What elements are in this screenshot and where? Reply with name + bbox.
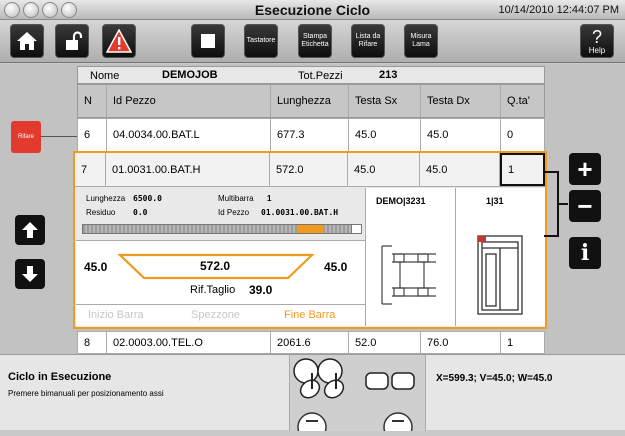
- row-n: 7: [75, 153, 106, 186]
- angle-right: 45.0: [324, 260, 348, 274]
- info-button[interactable]: i: [569, 237, 601, 269]
- row-qta: 0: [507, 129, 514, 141]
- scroll-up-button[interactable]: [15, 215, 45, 245]
- bimanual-hands-icon: [293, 358, 415, 436]
- rifare-label: Rifare: [17, 134, 34, 140]
- col-header-testa-dx: Testa Dx: [421, 85, 501, 117]
- col-header-n: N: [78, 85, 107, 117]
- row-n: 6: [78, 119, 107, 151]
- row-testa-sx: 45.0: [349, 119, 421, 151]
- residuo-label: Residuo: [86, 208, 116, 217]
- help-label: Help: [588, 45, 606, 55]
- help-icon: ?: [591, 26, 602, 47]
- row-qta: 1: [507, 336, 514, 349]
- row-qta-selected[interactable]: 1: [500, 153, 545, 186]
- help-button[interactable]: ? Help: [580, 24, 614, 58]
- toolbar: Tastatore Stampa Etichetta Lista da Rifa…: [0, 20, 625, 63]
- warning-icon: [106, 29, 132, 53]
- increase-quantity-button[interactable]: +: [569, 153, 601, 185]
- window-panel: 1|31: [456, 188, 545, 326]
- col-header-id-pezzo: Id Pezzo: [107, 85, 271, 117]
- row-testa-dx: 45.0: [420, 153, 500, 186]
- table-header: N Id Pezzo Lunghezza Testa Sx Testa Dx Q…: [77, 84, 545, 118]
- inizio-barra-label: Inizio Barra: [88, 309, 144, 321]
- axis-coordinates: X=599.3; V=45.0; W=45.0: [436, 373, 553, 384]
- idpezzo-value: 01.0031.00.BAT.H: [261, 208, 339, 217]
- status-title: Ciclo in Esecuzione: [8, 371, 112, 383]
- fine-barra-label: Fine Barra: [284, 309, 336, 321]
- home-icon: [17, 32, 37, 50]
- bimanual-panel: [290, 355, 426, 436]
- totpezzi-label: Tot.Pezzi: [298, 70, 343, 82]
- scroll-down-button[interactable]: [15, 259, 45, 289]
- misura-lama-button[interactable]: Misura Lama: [404, 24, 438, 58]
- axis-position-panel: X=599.3; V=45.0; W=45.0: [426, 355, 625, 431]
- datetime-display: 10/14/2010 12:44:07 PM: [498, 4, 619, 16]
- riftaglio-label: Rif.Taglio: [190, 284, 236, 296]
- arrow-up-icon: [22, 222, 38, 238]
- warning-button[interactable]: [102, 24, 136, 58]
- totpezzi-value: 213: [379, 69, 398, 81]
- unlock-button[interactable]: [55, 24, 89, 58]
- status-message: Premere bimanuali per posizionamento ass…: [8, 389, 164, 398]
- cut-diagram: 45.0 572.0 45.0 Rif.Taglio 39.0: [76, 240, 366, 304]
- stampa-etichetta-button[interactable]: Stampa Etichetta: [298, 24, 332, 58]
- status-message-panel: Ciclo in Esecuzione Premere bimanuali pe…: [0, 355, 290, 431]
- table-row-selected[interactable]: 7 01.0031.00.BAT.H 572.0 45.0 45.0 1: [75, 153, 545, 187]
- minus-icon: −: [577, 190, 593, 221]
- tastatore-button[interactable]: Tastatore: [244, 24, 278, 58]
- status-bar: Ciclo in Esecuzione Premere bimanuali pe…: [0, 354, 625, 436]
- lista-rifare-button[interactable]: Lista da Rifare: [351, 24, 385, 58]
- col-header-qta: Q.ta': [507, 95, 530, 107]
- bar-info: Lunghezza 6500.0 Multibarra 1 Residuo 0.…: [76, 188, 366, 240]
- cut-length: 572.0: [200, 259, 231, 273]
- arrow-down-icon: [22, 266, 38, 282]
- profile-section-icon: [381, 245, 436, 305]
- job-header: Nome DEMOJOB Tot.Pezzi 213: [77, 66, 545, 84]
- row-id-pezzo: 02.0003.00.TEL.O: [107, 332, 271, 353]
- table-row[interactable]: 8 02.0003.00.TEL.O 2061.6 52.0 76.0 1: [77, 331, 545, 354]
- window-drawing-icon: [477, 235, 523, 315]
- riftaglio-value: 39.0: [249, 283, 273, 297]
- rifare-connector: [41, 136, 77, 137]
- bar-progress: [82, 224, 362, 234]
- bar-progress-fill: [297, 225, 325, 233]
- lunghezza-value: 6500.0: [133, 194, 162, 203]
- residuo-value: 0.0: [133, 208, 148, 217]
- spezzone-label: Spezzone: [191, 309, 240, 321]
- row-n: 8: [78, 332, 107, 353]
- multibarra-value: 1: [267, 194, 272, 203]
- multibarra-label: Multibarra: [218, 194, 254, 203]
- row-lunghezza: 572.0: [270, 153, 348, 186]
- angle-left: 45.0: [84, 260, 108, 274]
- table-row[interactable]: 6 04.0034.00.BAT.L 677.3 45.0 45.0 0: [77, 118, 545, 152]
- bar-progress-end: [351, 225, 361, 233]
- row-id-pezzo: 01.0031.00.BAT.H: [106, 153, 270, 186]
- col-header-testa-sx: Testa Sx: [349, 85, 421, 117]
- rifare-button[interactable]: Rifare: [11, 121, 41, 153]
- idpezzo-label: Id Pezzo: [218, 208, 250, 217]
- row-lunghezza: 2061.6: [271, 332, 349, 353]
- row-testa-sx: 45.0: [348, 153, 420, 186]
- nome-value: DEMOJOB: [162, 69, 218, 81]
- info-icon: i: [580, 240, 590, 266]
- plus-icon: +: [577, 153, 593, 184]
- profile-panel: DEMO|3231: [366, 188, 456, 326]
- stop-button[interactable]: [191, 24, 225, 58]
- bar-status-row: Inizio Barra Spezzone Fine Barra: [76, 304, 366, 326]
- row-lunghezza: 677.3: [271, 119, 349, 151]
- lunghezza-label: Lunghezza: [86, 194, 126, 203]
- decrease-quantity-button[interactable]: −: [569, 190, 601, 222]
- row-testa-sx: 52.0: [349, 332, 421, 353]
- title-bar: Esecuzione Ciclo 10/14/2010 12:44:07 PM: [0, 0, 625, 20]
- row-id-pezzo: 04.0034.00.BAT.L: [107, 119, 271, 151]
- unlock-icon: [66, 31, 83, 50]
- col-header-lunghezza: Lunghezza: [271, 85, 349, 117]
- stop-icon: [201, 34, 215, 48]
- row-testa-dx: 45.0: [421, 119, 501, 151]
- home-button[interactable]: [10, 24, 44, 58]
- row-testa-dx: 76.0: [421, 332, 501, 353]
- nome-label: Nome: [90, 70, 120, 82]
